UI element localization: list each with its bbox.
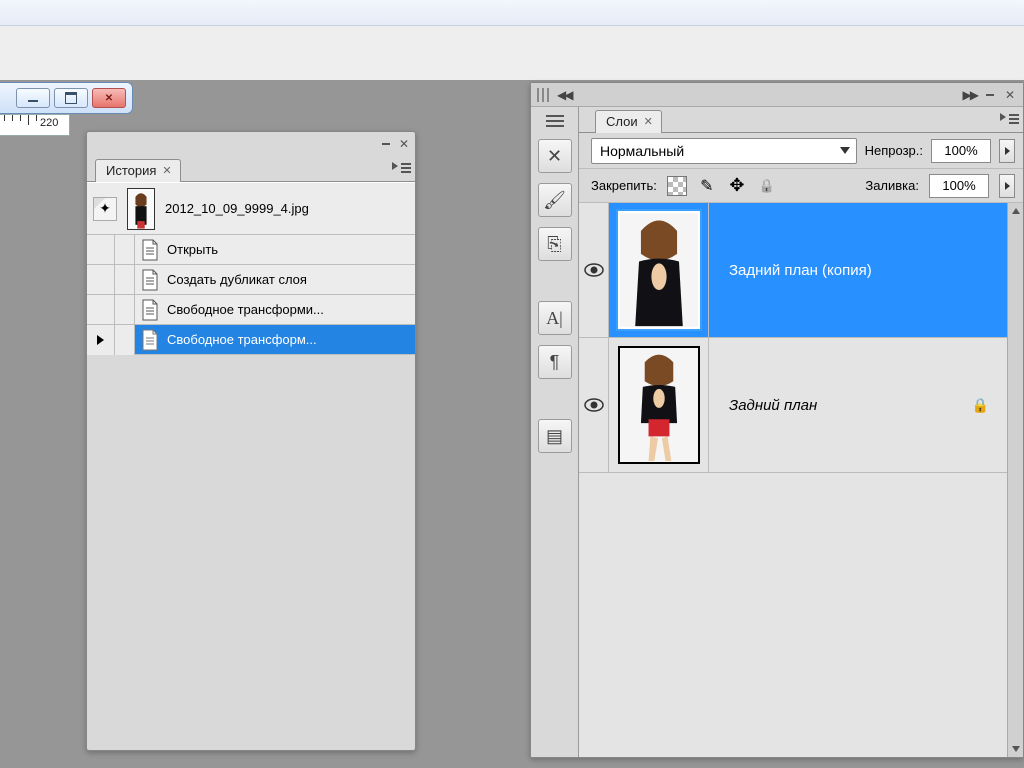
- layers-panel: Слои ✕ Нормальный Непрозр.: 100% Закрепи…: [579, 107, 1023, 757]
- lock-fill-row: Закрепить: Заливка: 100%: [579, 169, 1023, 203]
- history-step-current[interactable]: Свободное трансформ...: [87, 325, 415, 355]
- tab-close-icon[interactable]: ✕: [644, 115, 653, 128]
- strip-menu-icon[interactable]: [546, 115, 564, 127]
- step-label: Свободное трансформи...: [167, 302, 324, 317]
- opacity-label: Непрозр.:: [865, 143, 923, 158]
- step-label: Открыть: [167, 242, 218, 257]
- app-titlebar: [0, 0, 1024, 26]
- collapse-icon[interactable]: [983, 88, 997, 102]
- opacity-input[interactable]: 100%: [931, 139, 991, 163]
- opacity-flyout-icon[interactable]: [999, 139, 1015, 163]
- tab-label: Слои: [606, 114, 638, 129]
- maximize-button[interactable]: [54, 88, 88, 108]
- scroll-up-icon[interactable]: [1008, 203, 1023, 219]
- dock-nav-icon[interactable]: ◀◀: [557, 88, 571, 102]
- step-label: Свободное трансформ...: [167, 332, 317, 347]
- fill-input[interactable]: 100%: [929, 174, 989, 198]
- dock-nav-right-icon[interactable]: ▶▶: [963, 88, 977, 102]
- lock-transparency-icon[interactable]: [667, 176, 687, 196]
- close-panel-icon[interactable]: ✕: [1003, 88, 1017, 102]
- layer-name: Задний план: [729, 397, 817, 414]
- history-panel: ✕ История ✕ ✦ 2012_10_09_9999_4.jpg Откр…: [86, 131, 416, 751]
- fill-label: Заливка:: [865, 178, 919, 193]
- paragraph-panel-icon[interactable]: ¶: [538, 345, 572, 379]
- dock-grip[interactable]: ◀◀ ▶▶ ✕: [531, 83, 1023, 107]
- snapshot-filename: 2012_10_09_9999_4.jpg: [165, 201, 309, 216]
- ruler-mark: 220: [40, 117, 58, 129]
- layer-row[interactable]: Задний план 🔒: [579, 338, 1007, 473]
- step-icon: [139, 269, 161, 291]
- step-icon: [139, 329, 161, 351]
- blend-opacity-row: Нормальный Непрозр.: 100%: [579, 133, 1023, 169]
- layer-scrollbar[interactable]: [1007, 203, 1023, 757]
- layer-thumbnail[interactable]: [618, 211, 700, 329]
- tab-layers[interactable]: Слои ✕: [595, 110, 662, 133]
- right-dock: ◀◀ ▶▶ ✕ ✕ 🖌 ⎘ A| ¶ ▤ Слои ✕: [530, 82, 1024, 758]
- close-panel-icon[interactable]: ✕: [397, 137, 411, 151]
- visibility-toggle[interactable]: [579, 203, 609, 337]
- layer-comps-icon[interactable]: ▤: [538, 419, 572, 453]
- history-brush-icon[interactable]: ✦: [93, 197, 117, 221]
- visibility-toggle[interactable]: [579, 338, 609, 472]
- layer-name: Задний план (копия): [729, 262, 872, 279]
- history-step[interactable]: Открыть: [87, 235, 415, 265]
- options-bar-area: [0, 26, 1024, 80]
- eye-icon: [584, 263, 604, 277]
- snapshot-thumbnail: [127, 188, 155, 230]
- fill-flyout-icon[interactable]: [999, 174, 1015, 198]
- history-panel-header[interactable]: ✕: [87, 132, 415, 156]
- current-step-indicator-icon: [97, 335, 104, 345]
- blend-mode-select[interactable]: Нормальный: [591, 138, 857, 164]
- history-tabbar: История ✕: [87, 156, 415, 182]
- collapsed-panel-strip: ✕ 🖌 ⎘ A| ¶ ▤: [531, 107, 579, 757]
- brushes-icon[interactable]: 🖌: [538, 183, 572, 217]
- panel-menu-icon[interactable]: [1001, 111, 1019, 127]
- layer-thumbnail[interactable]: [618, 346, 700, 464]
- ruler-fragment: 220: [0, 114, 70, 136]
- history-step[interactable]: Создать дубликат слоя: [87, 265, 415, 295]
- tool-options-icon[interactable]: ✕: [538, 139, 572, 173]
- lock-all-icon[interactable]: [757, 176, 777, 196]
- document-window-controls: ✕: [0, 82, 133, 114]
- step-icon: [139, 239, 161, 261]
- tab-history[interactable]: История ✕: [95, 159, 181, 182]
- close-button[interactable]: ✕: [92, 88, 126, 108]
- character-panel-icon[interactable]: A|: [538, 301, 572, 335]
- layer-list: Задний план (копия) Задний план: [579, 203, 1023, 757]
- lock-position-icon[interactable]: [727, 176, 747, 196]
- eye-icon: [584, 398, 604, 412]
- scroll-down-icon[interactable]: [1008, 741, 1023, 757]
- dropdown-caret-icon: [840, 147, 850, 154]
- layers-tabbar: Слои ✕: [579, 107, 1023, 133]
- lock-indicator-icon: 🔒: [972, 397, 989, 414]
- collapse-icon[interactable]: [379, 137, 393, 151]
- history-snapshot[interactable]: ✦ 2012_10_09_9999_4.jpg: [87, 183, 415, 235]
- panel-menu-icon[interactable]: [393, 160, 411, 176]
- clone-source-icon[interactable]: ⎘: [538, 227, 572, 261]
- minimize-button[interactable]: [16, 88, 50, 108]
- layer-row[interactable]: Задний план (копия): [579, 203, 1007, 338]
- tab-close-icon[interactable]: ✕: [162, 164, 171, 177]
- step-label: Создать дубликат слоя: [167, 272, 307, 287]
- step-icon: [139, 299, 161, 321]
- lock-label: Закрепить:: [591, 178, 657, 193]
- blend-mode-value: Нормальный: [600, 143, 684, 159]
- tab-label: История: [106, 163, 156, 178]
- history-step[interactable]: Свободное трансформи...: [87, 295, 415, 325]
- lock-pixels-icon[interactable]: [697, 176, 717, 196]
